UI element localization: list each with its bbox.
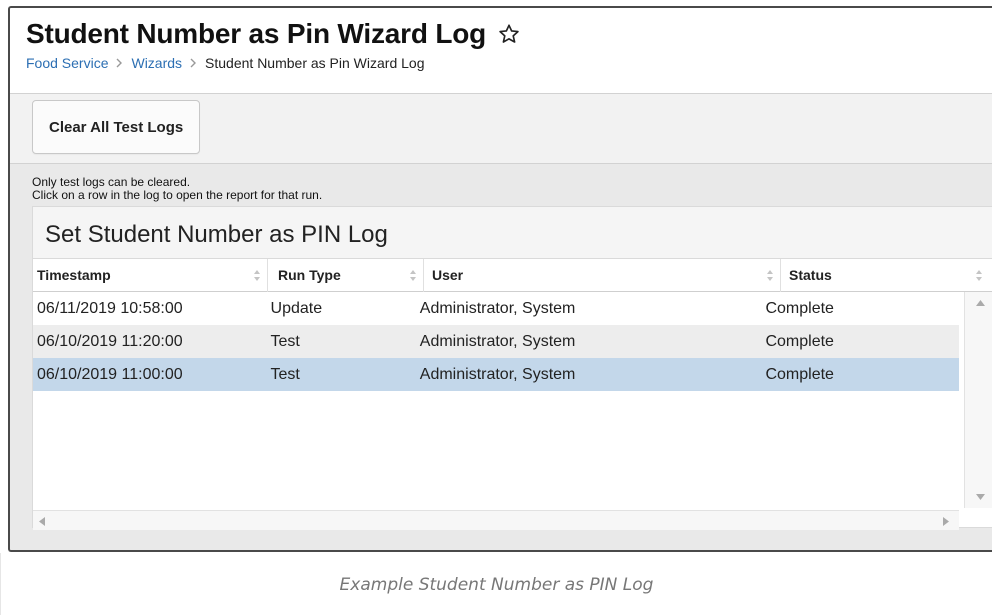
cell-run-type: Update <box>270 299 323 317</box>
cell-status: Complete <box>765 365 834 383</box>
content-area: Only test logs can be cleared. Click on … <box>10 164 992 550</box>
cell-timestamp: 06/10/2019 11:20:00 <box>37 332 183 350</box>
horizontal-scrollbar[interactable] <box>33 510 959 530</box>
column-label: User <box>432 266 464 283</box>
cell-run-type: Test <box>270 332 300 350</box>
log-grid: Timestamp Run Type User Status 06/11/201… <box>33 258 992 530</box>
cell-user: Administrator, System <box>419 299 576 317</box>
column-header-run-type[interactable]: Run Type <box>268 258 424 292</box>
cell-run-type: Test <box>270 365 300 383</box>
breadcrumb-food-service[interactable]: Food Service <box>26 55 108 71</box>
info-text: Only test logs can be cleared. Click on … <box>32 176 992 202</box>
cell-timestamp: 06/11/2019 10:58:00 <box>37 299 183 317</box>
chevron-right-icon <box>116 56 123 71</box>
cell-user: Administrator, System <box>419 332 576 350</box>
scroll-right-icon[interactable] <box>943 517 949 526</box>
cell-status: Complete <box>765 332 834 350</box>
column-label: Timestamp <box>37 266 111 283</box>
app-window: Student Number as Pin Wizard Log Food Se… <box>8 6 992 552</box>
column-header-status[interactable]: Status <box>781 259 989 292</box>
column-header-timestamp[interactable]: Timestamp <box>33 258 268 292</box>
column-header-user[interactable]: User <box>424 258 781 292</box>
column-label: Run Type <box>278 266 341 283</box>
star-outline-icon[interactable] <box>498 23 520 45</box>
column-label: Status <box>789 266 832 283</box>
grid-header: Timestamp Run Type User Status <box>33 258 992 292</box>
scroll-left-icon[interactable] <box>39 517 45 526</box>
clear-all-test-logs-button[interactable]: Clear All Test Logs <box>32 100 201 154</box>
log-panel: Set Student Number as PIN Log Timestamp … <box>32 206 992 530</box>
grid-body: 06/11/2019 10:58:00 Update Administrator… <box>33 292 992 530</box>
chevron-right-icon <box>190 56 197 71</box>
sort-icon <box>976 269 982 281</box>
cell-status: Complete <box>765 299 834 317</box>
table-row[interactable]: 06/10/2019 11:20:00 Test Administrator, … <box>33 325 959 358</box>
cell-user: Administrator, System <box>419 365 576 383</box>
panel-title: Set Student Number as PIN Log <box>33 207 992 259</box>
title-row: Student Number as Pin Wizard Log <box>26 18 992 50</box>
breadcrumb: Food Service Wizards Student Number as P… <box>26 55 992 71</box>
vertical-scrollbar[interactable] <box>964 292 992 508</box>
page-title: Student Number as Pin Wizard Log <box>26 18 487 49</box>
cell-timestamp: 06/10/2019 11:00:00 <box>37 365 183 383</box>
grid-rows: 06/11/2019 10:58:00 Update Administrator… <box>33 292 959 391</box>
table-row-selected[interactable]: 06/10/2019 11:00:00 Test Administrator, … <box>33 358 959 391</box>
breadcrumb-current: Student Number as Pin Wizard Log <box>205 55 425 71</box>
breadcrumb-wizards[interactable]: Wizards <box>131 55 182 71</box>
scroll-up-icon[interactable] <box>976 300 985 306</box>
figure-caption: Example Student Number as PIN Log <box>0 553 992 615</box>
sort-icon <box>410 269 416 281</box>
page-header: Student Number as Pin Wizard Log Food Se… <box>10 8 992 94</box>
sort-icon <box>767 269 773 281</box>
action-toolbar: Clear All Test Logs <box>10 94 992 164</box>
scroll-down-icon[interactable] <box>976 494 985 500</box>
table-row[interactable]: 06/11/2019 10:58:00 Update Administrator… <box>33 292 959 325</box>
sort-icon <box>254 269 260 281</box>
info-line-2: Click on a row in the log to open the re… <box>32 188 323 202</box>
